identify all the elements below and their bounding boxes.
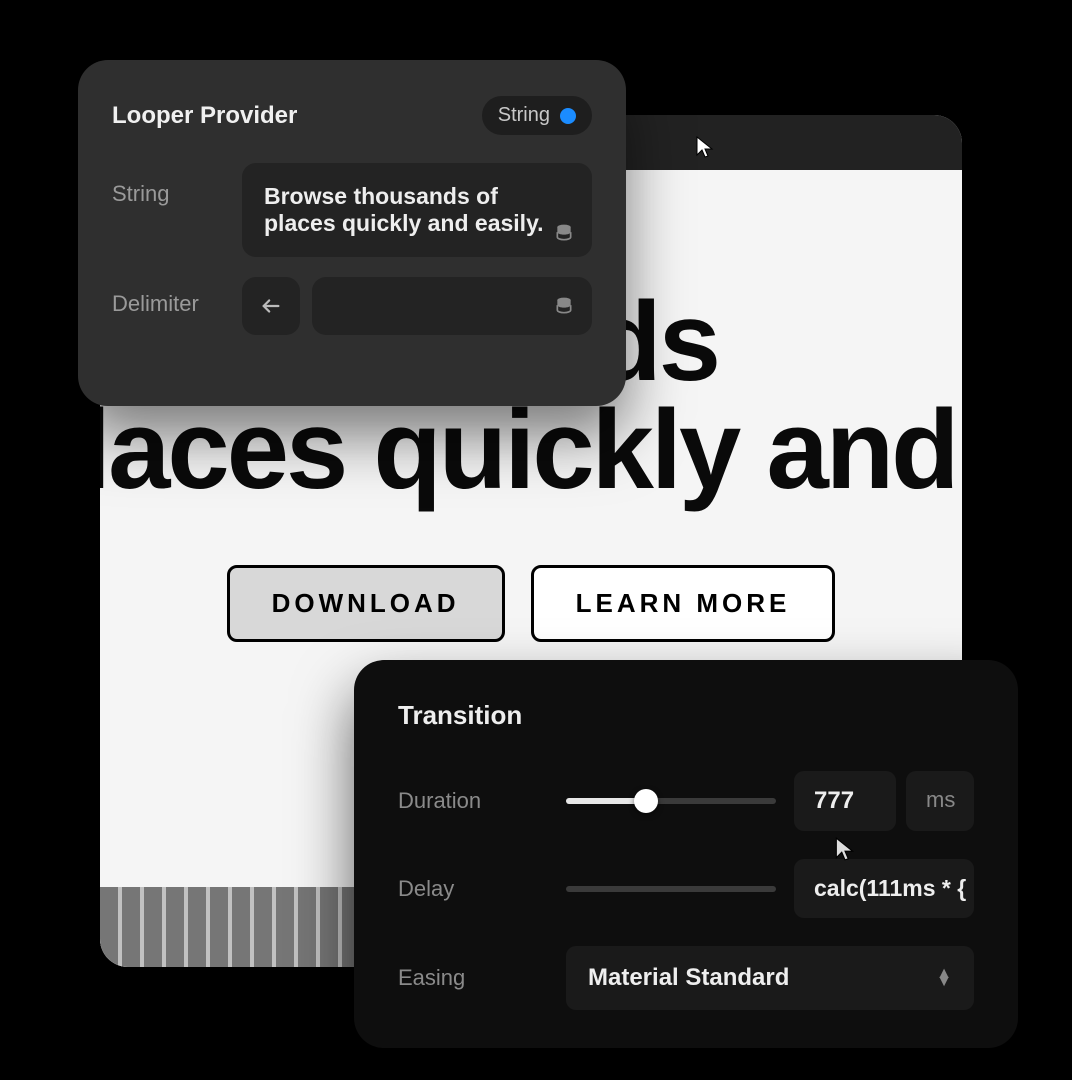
looper-title: Looper Provider	[112, 102, 297, 130]
string-label: String	[112, 163, 222, 207]
learn-more-button[interactable]: LEARN MORE	[531, 565, 836, 642]
database-icon[interactable]	[554, 223, 574, 243]
back-button[interactable]	[242, 277, 300, 335]
image-strip	[100, 887, 370, 967]
download-button[interactable]: DOWNLOAD	[227, 565, 505, 642]
duration-unit: ms	[906, 771, 974, 831]
delay-label: Delay	[398, 876, 548, 902]
delay-value-input[interactable]: calc(111ms * {	[794, 859, 974, 918]
string-value: Browse thousands of places quickly and e…	[264, 183, 544, 236]
delay-slider[interactable]	[566, 877, 776, 901]
type-chip[interactable]: String	[482, 96, 592, 135]
chevron-up-down-icon: ▲▼	[936, 970, 952, 986]
delay-value: calc(111ms * {	[814, 875, 966, 901]
type-chip-label: String	[498, 104, 550, 127]
easing-label: Easing	[398, 965, 548, 991]
transition-panel[interactable]: Transition Duration 777 ms Delay calc(11…	[354, 660, 1018, 1048]
looper-provider-panel[interactable]: Looper Provider String String Browse tho…	[78, 60, 626, 406]
duration-value: 777	[814, 787, 854, 814]
database-icon[interactable]	[554, 296, 574, 316]
duration-label: Duration	[398, 788, 548, 814]
delimiter-label: Delimiter	[112, 277, 222, 317]
string-input[interactable]: Browse thousands of places quickly and e…	[242, 163, 592, 257]
easing-select[interactable]: Material Standard ▲▼	[566, 946, 974, 1010]
status-dot-icon	[560, 108, 576, 124]
cursor-icon	[695, 135, 715, 159]
hero-line-2: laces quickly and ea	[100, 393, 962, 507]
delimiter-input[interactable]	[312, 277, 592, 335]
hero-button-row: DOWNLOAD LEARN MORE	[100, 565, 962, 642]
transition-title: Transition	[398, 700, 974, 731]
duration-value-input[interactable]: 777	[794, 771, 896, 831]
duration-slider[interactable]	[566, 789, 776, 813]
arrow-left-icon	[260, 295, 282, 317]
easing-value: Material Standard	[588, 964, 789, 992]
